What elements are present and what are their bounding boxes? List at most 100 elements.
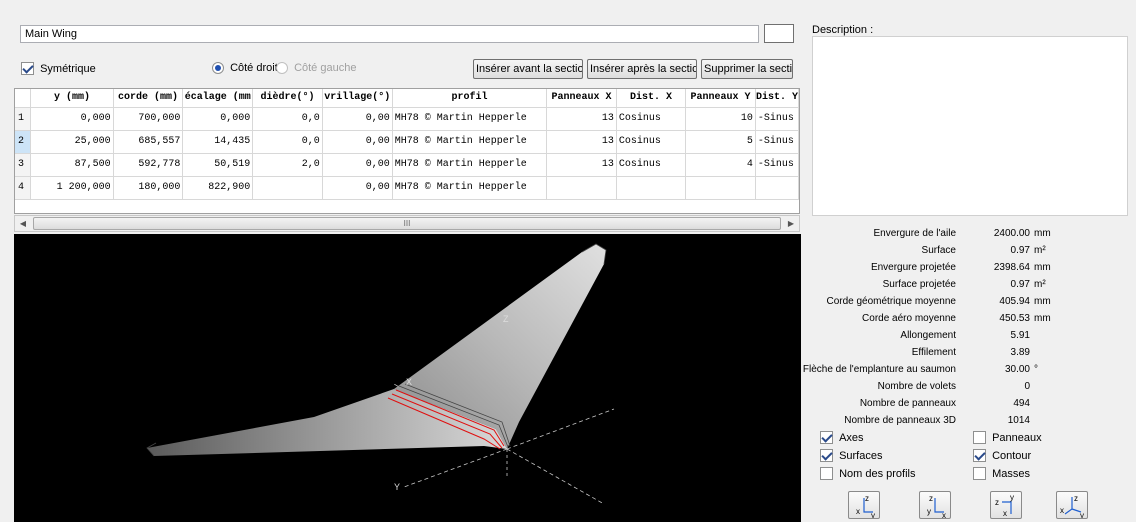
symmetric-checkbox[interactable] xyxy=(21,62,34,75)
delete-section-button[interactable]: Supprimer la section 2 xyxy=(701,59,793,79)
cell-diedre[interactable]: 2,0 xyxy=(252,153,323,177)
col-header-ecalage[interactable]: écalage (mm xyxy=(182,89,254,108)
stat-label: Envergure de l'aile xyxy=(873,228,956,239)
row-number[interactable]: 1 xyxy=(15,107,32,131)
col-header-panneaux-x[interactable]: Panneaux X xyxy=(546,89,617,108)
surfaces-label: Surfaces xyxy=(839,449,883,462)
cell-ecalage[interactable]: 14,435 xyxy=(182,130,254,154)
insert-before-button[interactable]: Insérer avant la section 2 xyxy=(473,59,583,79)
stat-value: 30.00 xyxy=(1004,364,1030,375)
left-side-radio[interactable] xyxy=(276,62,288,75)
iso-view-button[interactable]: z x y xyxy=(1056,491,1088,520)
cell-panneaux-x[interactable]: 13 xyxy=(546,130,617,154)
cell-vrillage[interactable]: 0,00 xyxy=(322,107,393,131)
table-row[interactable]: 4 1 200,000 180,000 822,900 0,00 MH78 © … xyxy=(15,176,799,200)
scrollbar-thumb[interactable]: III xyxy=(33,217,781,230)
top-view-button[interactable]: y z x xyxy=(990,491,1022,519)
cell-ecalage[interactable]: 822,900 xyxy=(182,176,254,200)
table-row[interactable]: 3 87,500 592,778 50,519 2,0 0,00 MH78 © … xyxy=(15,153,799,177)
table-horizontal-scrollbar[interactable]: ◀ III ▶ xyxy=(14,215,800,232)
stat-unit: mm xyxy=(1034,296,1051,307)
cell-vrillage[interactable]: 0,00 xyxy=(322,176,393,200)
svg-text:z: z xyxy=(929,494,933,503)
cell-corde[interactable]: 700,000 xyxy=(113,107,184,131)
row-number[interactable]: 3 xyxy=(15,153,32,177)
table-header-row: y (mm) corde (mm) écalage (mm dièdre(°) … xyxy=(15,89,799,108)
cell-vrillage[interactable]: 0,00 xyxy=(322,130,393,154)
corner-header xyxy=(15,89,32,108)
wing-3d-view[interactable]: Z X Y xyxy=(14,234,801,522)
stat-value: 494 xyxy=(1013,398,1030,409)
insert-after-button[interactable]: Insérer après la section 2 xyxy=(587,59,697,79)
cell-panneaux-x[interactable] xyxy=(546,176,617,200)
table-row[interactable]: 2 25,000 685,557 14,435 0,0 0,00 MH78 © … xyxy=(15,130,799,154)
col-header-profil[interactable]: profil xyxy=(392,89,548,108)
row-number[interactable]: 4 xyxy=(15,176,32,200)
svg-text:z: z xyxy=(995,498,999,507)
stat-label: Surface xyxy=(921,245,956,256)
contour-checkbox[interactable] xyxy=(973,449,986,462)
cell-profil[interactable]: MH78 © Martin Hepperle xyxy=(392,107,548,131)
cell-panneaux-x[interactable]: 13 xyxy=(546,107,617,131)
cell-ecalage[interactable]: 50,519 xyxy=(182,153,254,177)
cell-panneaux-y[interactable] xyxy=(685,176,756,200)
cell-dist-x[interactable]: Cosinus xyxy=(616,107,687,131)
cell-dist-y[interactable]: -Sinus xyxy=(755,107,799,131)
stat-value: 450.53 xyxy=(999,313,1030,324)
cell-dist-x[interactable]: Cosinus xyxy=(616,130,687,154)
right-side-label: Côté droit xyxy=(230,62,278,75)
cell-profil[interactable]: MH78 © Martin Hepperle xyxy=(392,153,548,177)
svg-text:x: x xyxy=(1003,509,1007,518)
view-axes-icon: z x y xyxy=(1060,494,1084,520)
stat-unit: mm xyxy=(1034,262,1051,273)
panels-checkbox[interactable] xyxy=(973,431,986,444)
cell-dist-y[interactable] xyxy=(755,176,799,200)
cell-y[interactable]: 25,000 xyxy=(30,130,114,154)
surfaces-checkbox[interactable] xyxy=(820,449,833,462)
stat-label: Nombre de volets xyxy=(877,381,956,392)
cell-corde[interactable]: 685,557 xyxy=(113,130,184,154)
cell-corde[interactable]: 180,000 xyxy=(113,176,184,200)
cell-vrillage[interactable]: 0,00 xyxy=(322,153,393,177)
col-header-dist-y[interactable]: Dist. Y xyxy=(755,89,799,108)
cell-y[interactable]: 87,500 xyxy=(30,153,114,177)
cell-panneaux-y[interactable]: 5 xyxy=(685,130,756,154)
col-header-panneaux-y[interactable]: Panneaux Y xyxy=(685,89,756,108)
description-field[interactable] xyxy=(812,36,1128,216)
col-header-corde[interactable]: corde (mm) xyxy=(113,89,184,108)
cell-ecalage[interactable]: 0,000 xyxy=(182,107,254,131)
col-header-vrillage[interactable]: vrillage(°) xyxy=(322,89,393,108)
cell-dist-y[interactable]: -Sinus xyxy=(755,153,799,177)
cell-diedre[interactable]: 0,0 xyxy=(252,130,323,154)
cell-dist-x[interactable] xyxy=(616,176,687,200)
cell-y[interactable]: 1 200,000 xyxy=(30,176,114,200)
cell-diedre[interactable] xyxy=(252,176,323,200)
view-axes-icon: z y x xyxy=(927,494,946,520)
cell-y[interactable]: 0,000 xyxy=(30,107,114,131)
cell-diedre[interactable]: 0,0 xyxy=(252,107,323,131)
cell-corde[interactable]: 592,778 xyxy=(113,153,184,177)
col-header-diedre[interactable]: dièdre(°) xyxy=(252,89,323,108)
row-number[interactable]: 2 xyxy=(15,130,32,154)
table-row[interactable]: 1 0,000 700,000 0,000 0,0 0,00 MH78 © Ma… xyxy=(15,107,799,131)
profile-names-checkbox[interactable] xyxy=(820,467,833,480)
side-view-button[interactable]: z y x xyxy=(919,491,951,520)
col-header-y[interactable]: y (mm) xyxy=(30,89,114,108)
cell-dist-x[interactable]: Cosinus xyxy=(616,153,687,177)
cell-panneaux-y[interactable]: 4 xyxy=(685,153,756,177)
col-header-dist-x[interactable]: Dist. X xyxy=(616,89,687,108)
cell-panneaux-y[interactable]: 10 xyxy=(685,107,756,131)
axes-label: Axes xyxy=(839,431,864,444)
cell-dist-y[interactable]: -Sinus xyxy=(755,130,799,154)
cell-panneaux-x[interactable]: 13 xyxy=(546,153,617,177)
scroll-left-icon[interactable]: ◀ xyxy=(15,216,31,231)
stat-label: Flèche de l'emplanture au saumon xyxy=(802,364,956,375)
wing-color-swatch[interactable] xyxy=(764,24,794,43)
front-view-button[interactable]: z x y xyxy=(848,491,880,520)
cell-profil[interactable]: MH78 © Martin Hepperle xyxy=(392,176,548,200)
cell-profil[interactable]: MH78 © Martin Hepperle xyxy=(392,130,548,154)
wing-name-field[interactable] xyxy=(20,25,759,43)
masses-checkbox[interactable] xyxy=(973,467,986,480)
right-side-radio[interactable] xyxy=(212,62,224,75)
axes-checkbox[interactable] xyxy=(820,431,833,444)
